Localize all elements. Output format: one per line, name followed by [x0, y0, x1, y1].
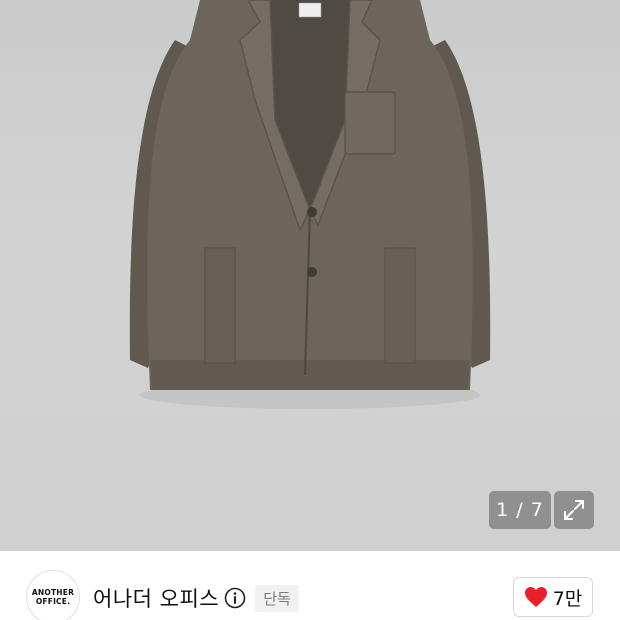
product-image-carousel[interactable]: 1 / 7 — [0, 0, 620, 551]
product-photo — [129, 0, 491, 409]
exclusive-badge: 단독 — [255, 585, 299, 612]
brand-logo-line2: OFFICE. — [35, 597, 71, 606]
brand-name-link[interactable]: 어나더 오피스 — [93, 583, 219, 613]
like-count: 7만 — [552, 587, 583, 610]
brand-logo[interactable]: ANOTHER OFFICE. — [26, 570, 80, 620]
heart-icon — [524, 587, 547, 607]
info-icon[interactable] — [224, 587, 246, 609]
image-page-counter: 1 / 7 — [489, 491, 551, 529]
page-counter-text: 1 / 7 — [496, 499, 544, 521]
expand-image-button[interactable] — [554, 491, 594, 529]
exclusive-badge-label: 단독 — [263, 590, 291, 608]
expand-icon — [564, 500, 584, 520]
like-button[interactable]: 7만 — [513, 577, 593, 617]
brand-logo-line1: ANOTHER — [31, 588, 75, 597]
